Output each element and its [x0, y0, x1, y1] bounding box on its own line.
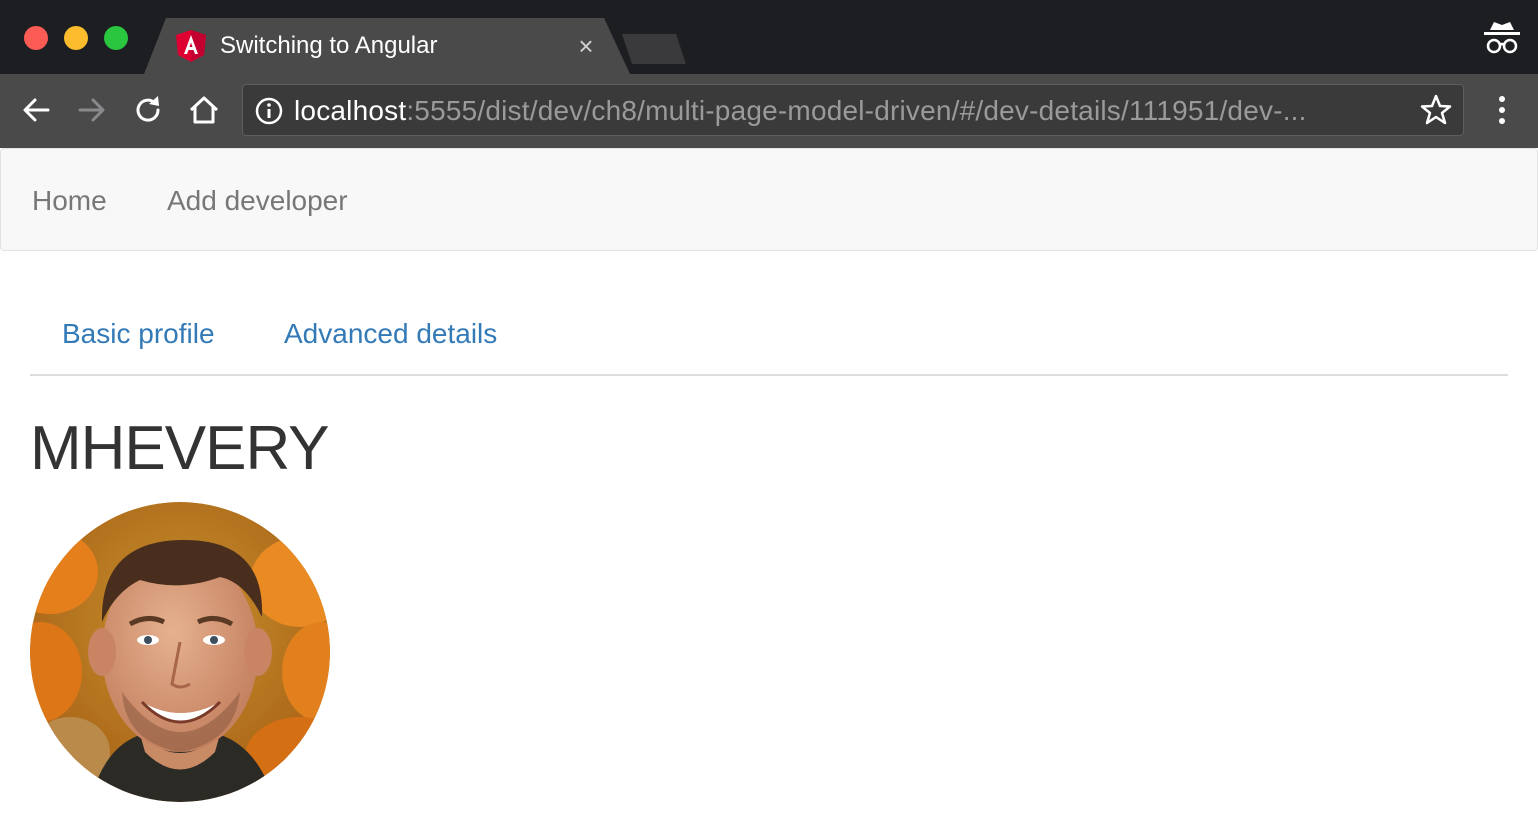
back-arrow-icon[interactable]: [18, 92, 54, 128]
home-icon[interactable]: [186, 92, 222, 128]
nav-home-link[interactable]: Home: [32, 183, 107, 219]
window-close-button[interactable]: [24, 26, 48, 50]
angular-favicon-icon: [176, 30, 206, 62]
kebab-menu-icon[interactable]: [1486, 92, 1518, 128]
incognito-icon: [1484, 22, 1520, 54]
tab-advanced-details[interactable]: Advanced details: [284, 316, 497, 352]
url-path: :5555/dist/dev/ch8/multi-page-model-driv…: [406, 95, 1307, 126]
nav-add-developer-link[interactable]: Add developer: [167, 183, 348, 219]
developer-name-heading: MHEVERY: [30, 414, 329, 483]
window-zoom-button[interactable]: [104, 26, 128, 50]
star-icon[interactable]: [1418, 92, 1454, 128]
tab-basic-profile[interactable]: Basic profile: [62, 316, 215, 352]
url-host: localhost: [294, 95, 407, 126]
window-minimize-button[interactable]: [64, 26, 88, 50]
reload-icon[interactable]: [130, 92, 166, 128]
forward-arrow-icon[interactable]: [74, 92, 110, 128]
developer-avatar: [30, 502, 330, 802]
new-tab-button[interactable]: [622, 34, 686, 64]
tabs-divider: [30, 374, 1508, 376]
url-text[interactable]: localhost:5555/dist/dev/ch8/multi-page-m…: [294, 92, 1307, 130]
close-icon[interactable]: ×: [572, 32, 600, 60]
tab-title: Switching to Angular: [220, 32, 438, 59]
info-icon[interactable]: [254, 96, 284, 126]
